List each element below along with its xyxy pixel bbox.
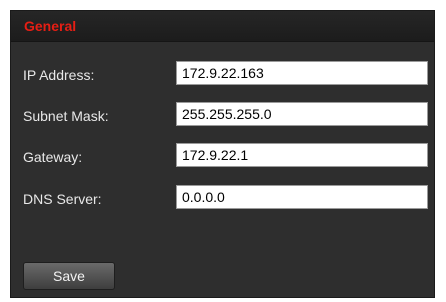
- ip-address-label: IP Address:: [23, 67, 95, 83]
- gateway-label: Gateway:: [23, 149, 83, 165]
- dns-server-label: DNS Server:: [23, 191, 102, 207]
- gateway-input[interactable]: [176, 143, 428, 167]
- panel-title: General: [24, 18, 77, 34]
- dns-server-input[interactable]: [176, 185, 428, 209]
- general-settings-panel: General IP Address: Subnet Mask: Gateway…: [10, 10, 435, 298]
- panel-header: General: [11, 11, 434, 42]
- ip-address-input[interactable]: [176, 61, 428, 85]
- save-button[interactable]: Save: [23, 262, 115, 290]
- subnet-mask-input[interactable]: [176, 102, 428, 126]
- subnet-mask-label: Subnet Mask:: [23, 108, 109, 124]
